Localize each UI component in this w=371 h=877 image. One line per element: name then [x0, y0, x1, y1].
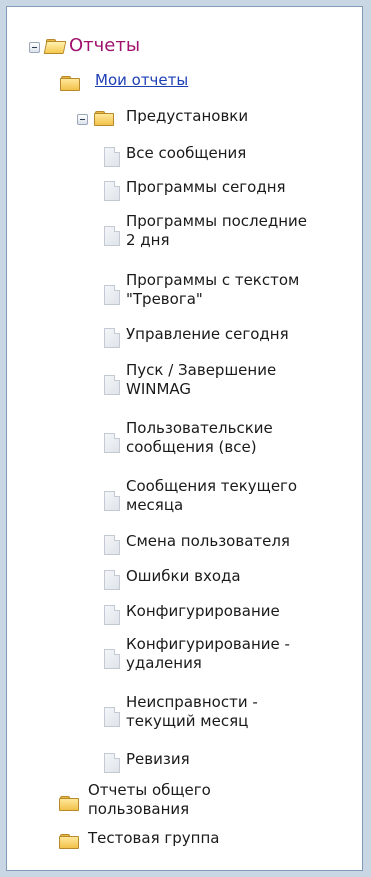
report-item[interactable]: Конфигурирование	[126, 602, 280, 621]
tree-node-presets[interactable]: Предустановки	[126, 107, 248, 126]
report-tree-panel: Отчеты Мои отчеты Предустановки Все сооб…	[6, 6, 363, 871]
tree-node-my-reports[interactable]: Мои отчеты	[95, 71, 188, 90]
report-item[interactable]: Программы сегодня	[126, 178, 286, 197]
report-item[interactable]: Программы с текстом "Тревога"	[126, 271, 299, 309]
report-icon	[104, 147, 120, 167]
report-icon	[104, 707, 120, 727]
tree-node-shared-reports[interactable]: Отчеты общего пользования	[88, 781, 211, 819]
report-item[interactable]: Конфигурирование - удаления	[126, 635, 290, 673]
report-icon	[104, 535, 120, 555]
tree-node-reports[interactable]: Отчеты	[69, 35, 140, 57]
report-item[interactable]: Неисправности - текущий месяц	[126, 693, 258, 731]
report-item[interactable]: Управление сегодня	[126, 325, 289, 344]
report-item[interactable]: Все сообщения	[126, 144, 246, 163]
folder-icon	[60, 75, 80, 91]
folder-icon	[59, 833, 79, 849]
report-icon	[104, 181, 120, 201]
open-folder-icon	[43, 38, 67, 54]
root-collapse-toggle[interactable]	[29, 42, 40, 53]
report-icon	[104, 491, 120, 511]
report-icon	[104, 226, 120, 246]
report-icon	[104, 375, 120, 395]
report-icon	[104, 285, 120, 305]
folder-icon	[59, 795, 79, 811]
report-icon	[104, 605, 120, 625]
report-item[interactable]: Ошибки входа	[126, 567, 241, 586]
report-item[interactable]: Программы последние 2 дня	[126, 212, 307, 250]
tree-node-test-group[interactable]: Тестовая группа	[88, 829, 219, 848]
report-item[interactable]: Смена пользователя	[126, 532, 290, 551]
report-item[interactable]: Ревизия	[126, 750, 190, 769]
report-item[interactable]: Пользовательские сообщения (все)	[126, 419, 273, 457]
report-icon	[104, 433, 120, 453]
folder-icon	[94, 110, 114, 126]
report-item[interactable]: Пуск / Завершение WINMAG	[126, 361, 276, 399]
report-icon	[104, 753, 120, 773]
report-icon	[104, 328, 120, 348]
presets-collapse-toggle[interactable]	[77, 114, 88, 125]
report-icon	[104, 649, 120, 669]
report-item[interactable]: Сообщения текущего месяца	[126, 477, 297, 515]
report-icon	[104, 570, 120, 590]
